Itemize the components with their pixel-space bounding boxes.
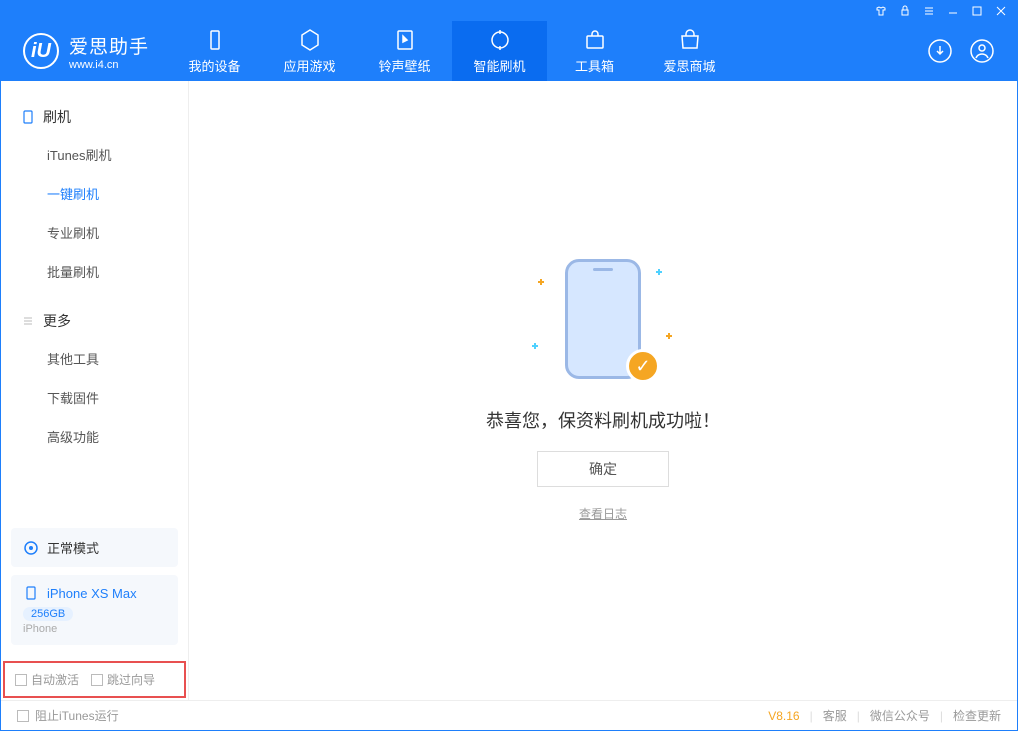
logo-icon: iU [23, 33, 59, 69]
app-logo: iU 爱思助手 www.i4.cn [1, 32, 167, 71]
device-card[interactable]: iPhone XS Max 256GB iPhone [11, 575, 178, 645]
check-icon: ✓ [626, 349, 660, 383]
device-icon [23, 585, 39, 601]
version-label: V8.16 [768, 709, 799, 723]
support-link[interactable]: 客服 [823, 707, 847, 724]
checkbox-block-itunes[interactable]: 阻止iTunes运行 [17, 707, 119, 724]
sidebar-item-advanced[interactable]: 高级功能 [1, 417, 188, 456]
sidebar-item-download-firmware[interactable]: 下载固件 [1, 378, 188, 417]
statusbar: 阻止iTunes运行 V8.16 | 客服 | 微信公众号 | 检查更新 [1, 700, 1017, 730]
tab-toolbox[interactable]: 工具箱 [547, 21, 642, 81]
list-icon [21, 314, 35, 328]
sidebar-section-more: 更多 [1, 303, 188, 339]
sidebar-section-flash: 刷机 [1, 99, 188, 135]
app-name: 爱思助手 [69, 32, 149, 59]
ok-button[interactable]: 确定 [537, 451, 669, 487]
main-content: ✓ 恭喜您，保资料刷机成功啦！ 确定 查看日志 [189, 81, 1017, 700]
mode-label: 正常模式 [47, 538, 99, 557]
sidebar: 刷机 iTunes刷机 一键刷机 专业刷机 批量刷机 更多 其他工具 下载固件 … [1, 81, 189, 700]
tab-label: 应用游戏 [284, 56, 336, 75]
user-icon[interactable] [969, 38, 995, 64]
mode-icon [23, 540, 39, 556]
tab-label: 铃声壁纸 [379, 56, 431, 75]
app-url: www.i4.cn [69, 59, 149, 71]
phone-icon [21, 110, 35, 124]
tab-label: 智能刷机 [474, 56, 526, 75]
tab-label: 我的设备 [189, 56, 241, 75]
wechat-link[interactable]: 微信公众号 [870, 707, 930, 724]
shirt-icon[interactable] [875, 5, 887, 17]
sidebar-item-batch-flash[interactable]: 批量刷机 [1, 252, 188, 291]
header: iU 爱思助手 www.i4.cn 我的设备 应用游戏 铃声壁纸 智能刷机 工具… [1, 21, 1017, 81]
titlebar [1, 1, 1017, 21]
device-type: iPhone [23, 623, 166, 635]
success-illustration: ✓ [528, 259, 678, 389]
tab-apps[interactable]: 应用游戏 [262, 21, 357, 81]
view-log-link[interactable]: 查看日志 [579, 505, 627, 522]
close-icon[interactable] [995, 5, 1007, 17]
tab-label: 爱思商城 [664, 56, 716, 75]
tab-label: 工具箱 [575, 56, 614, 75]
sidebar-item-other-tools[interactable]: 其他工具 [1, 339, 188, 378]
sidebar-item-itunes-flash[interactable]: iTunes刷机 [1, 135, 188, 174]
success-message: 恭喜您，保资料刷机成功啦！ [486, 407, 720, 433]
lock-icon[interactable] [899, 5, 911, 17]
checkbox-skip-guide[interactable]: 跳过向导 [91, 671, 155, 688]
tab-store[interactable]: 爱思商城 [642, 21, 737, 81]
tab-flash[interactable]: 智能刷机 [452, 21, 547, 81]
tab-ringtones[interactable]: 铃声壁纸 [357, 21, 452, 81]
device-name: iPhone XS Max [47, 586, 137, 601]
menu-icon[interactable] [923, 5, 935, 17]
minimize-icon[interactable] [947, 5, 959, 17]
checkbox-auto-activate[interactable]: 自动激活 [15, 671, 79, 688]
maximize-icon[interactable] [971, 5, 983, 17]
mode-card[interactable]: 正常模式 [11, 528, 178, 567]
update-link[interactable]: 检查更新 [953, 707, 1001, 724]
options-highlight: 自动激活 跳过向导 [3, 661, 186, 698]
sidebar-item-pro-flash[interactable]: 专业刷机 [1, 213, 188, 252]
download-icon[interactable] [927, 38, 953, 64]
device-storage: 256GB [23, 607, 73, 621]
sidebar-item-oneclick-flash[interactable]: 一键刷机 [1, 174, 188, 213]
tab-my-device[interactable]: 我的设备 [167, 21, 262, 81]
